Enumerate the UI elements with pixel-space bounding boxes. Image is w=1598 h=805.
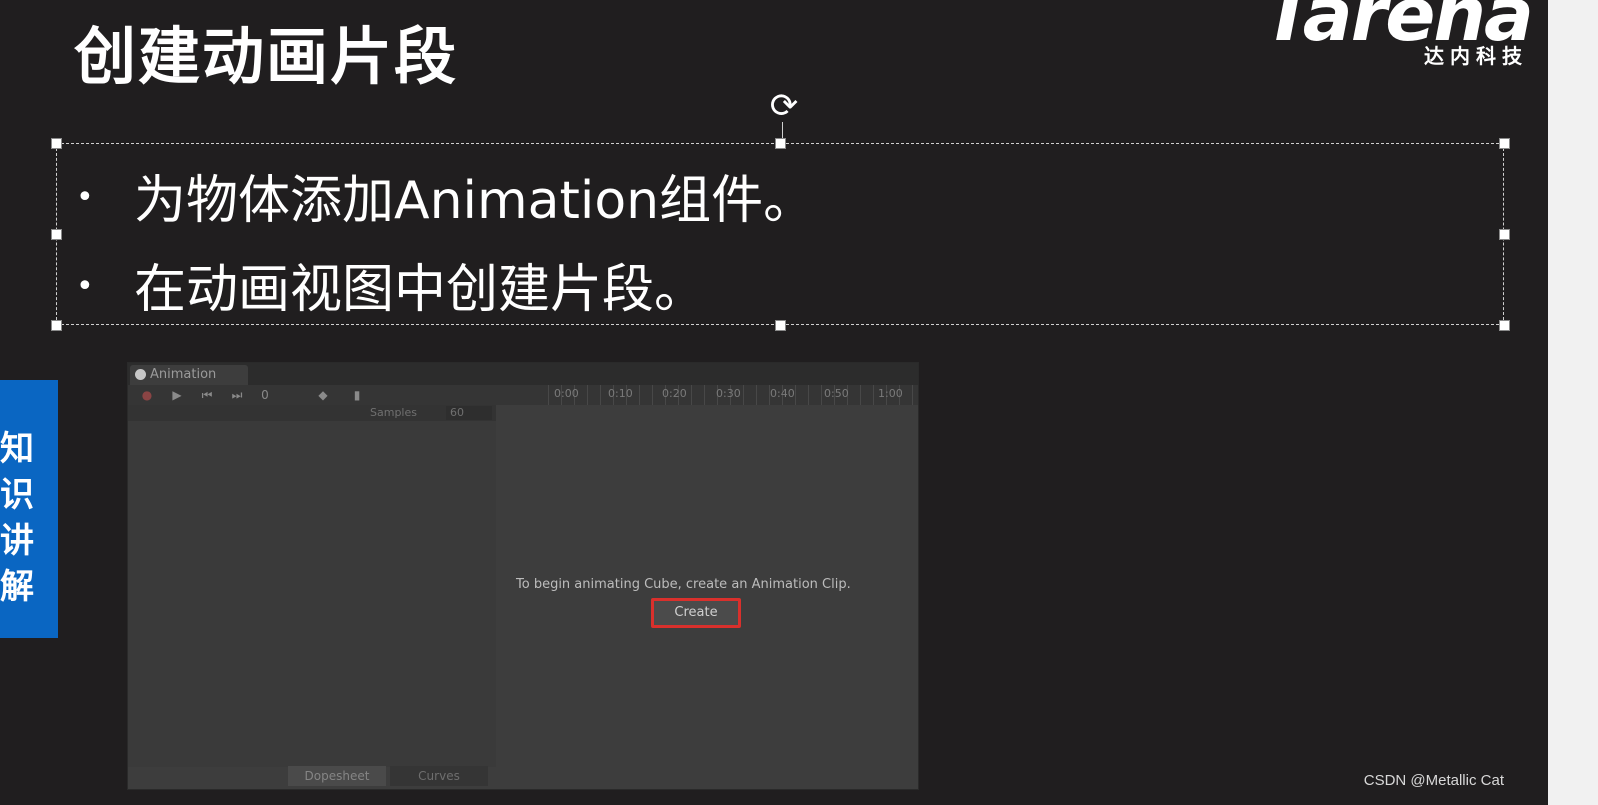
slide-title: 创建动画片段 — [74, 20, 459, 93]
logo-subtitle: 达内科技 — [1424, 44, 1528, 68]
create-clip-button: Create — [651, 598, 741, 628]
rotate-handle-icon[interactable]: ⟳ — [764, 86, 804, 126]
watermark: CSDN @Metallic Cat — [1363, 772, 1504, 789]
side-tab-char: 识 — [0, 475, 34, 515]
animation-tab: Animation — [130, 365, 248, 385]
property-panel — [128, 421, 496, 767]
right-margin-strip — [1548, 0, 1598, 805]
bullet-text: 为物体添加Animation组件。 — [134, 171, 816, 231]
side-tab-knowledge: 知 识 讲 解 — [0, 380, 58, 638]
add-event-icon: ▮ — [353, 388, 361, 402]
slide: 创建动画片段 Tarena 达内科技 ⟳ • 为物体添加Animation组件。 … — [0, 0, 1548, 805]
tarena-logo: Tarena 达内科技 — [1262, 0, 1534, 78]
bullet-dot-icon: • — [76, 180, 94, 215]
ruler-label: 0:20 — [662, 387, 687, 400]
side-tab-char: 解 — [0, 567, 34, 607]
ruler-label: 1:00 — [878, 387, 903, 400]
resize-handle-middle-right[interactable] — [1499, 229, 1510, 240]
ruler-label: 0:50 — [824, 387, 849, 400]
animation-tabbar: Animation — [128, 363, 918, 385]
play-icon: ▶ — [172, 388, 182, 402]
bullet-list[interactable]: • 为物体添加Animation组件。 • 在动画视图中创建片段。 — [76, 158, 815, 336]
prev-key-icon: ⏮ — [201, 388, 213, 402]
begin-animating-message: To begin animating Cube, create an Anima… — [516, 577, 851, 592]
samples-field: 60 — [446, 406, 492, 420]
ruler-label: 0:10 — [608, 387, 633, 400]
tab-curves: Curves — [390, 766, 488, 786]
ruler-label: 0:40 — [770, 387, 795, 400]
bullet-text: 在动画视图中创建片段。 — [134, 260, 707, 320]
resize-handle-top-right[interactable] — [1499, 138, 1510, 149]
side-tab-char: 讲 — [0, 521, 34, 561]
frame-field-icon: 0 — [261, 388, 269, 402]
animation-window-screenshot: Animation ● ▶ ⏮ ⏭ 0 ◆ ▮ 0:00 0:10 0:20 0… — [127, 362, 919, 790]
clock-icon — [135, 369, 146, 380]
samples-label: Samples — [370, 406, 417, 419]
bullet-item[interactable]: • 为物体添加Animation组件。 — [76, 158, 815, 247]
ruler-label: 0:30 — [716, 387, 741, 400]
record-icon: ● — [141, 388, 153, 402]
tab-dopesheet: Dopesheet — [288, 766, 386, 786]
resize-handle-top-center[interactable] — [775, 138, 786, 149]
bullet-dot-icon: • — [76, 269, 94, 304]
clip-selector-row — [128, 405, 496, 421]
bullet-item[interactable]: • 在动画视图中创建片段。 — [76, 247, 815, 336]
resize-handle-bottom-right[interactable] — [1499, 320, 1510, 331]
side-tab-char: 知 — [0, 429, 34, 469]
view-mode-tabs: Dopesheet Curves — [288, 765, 492, 786]
resize-handle-bottom-left[interactable] — [51, 320, 62, 331]
animation-tab-label: Animation — [150, 367, 217, 382]
timeline-ruler-labels: 0:00 0:10 0:20 0:30 0:40 0:50 1:00 — [548, 385, 918, 405]
add-keyframe-icon: ◆ — [318, 388, 328, 402]
ruler-label: 0:00 — [554, 387, 579, 400]
resize-handle-top-left[interactable] — [51, 138, 62, 149]
next-key-icon: ⏭ — [231, 388, 243, 402]
resize-handle-middle-left[interactable] — [51, 229, 62, 240]
